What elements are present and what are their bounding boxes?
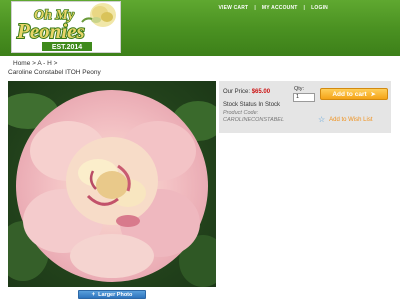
quantity-label: Qty: bbox=[294, 86, 305, 92]
price-label: Our Price: bbox=[223, 89, 251, 95]
plus-icon: + bbox=[91, 291, 96, 298]
arrow-right-icon: ➤ bbox=[370, 91, 376, 98]
star-icon: ☆ bbox=[318, 115, 326, 124]
product-photo[interactable] bbox=[8, 81, 216, 287]
site-logo[interactable]: Oh My Peonies EST.2014 bbox=[11, 1, 121, 53]
add-to-cart-button[interactable]: Add to cart ➤ bbox=[320, 88, 388, 100]
product-code-label: Product Code: bbox=[223, 110, 259, 116]
larger-photo-button[interactable]: + Larger Photo bbox=[78, 290, 146, 299]
breadcrumb[interactable]: Home > A - H > bbox=[13, 60, 57, 67]
peony-photo-graphic bbox=[8, 81, 216, 287]
add-to-cart-label: Add to cart bbox=[332, 90, 367, 98]
wishlist-label: Add to Wish List bbox=[329, 116, 373, 123]
top-navigation: VIEW CART | MY ACCOUNT | LOGIN bbox=[218, 2, 328, 14]
price-value: $65.00 bbox=[251, 89, 271, 95]
logo-graphic: Oh My Peonies EST.2014 bbox=[12, 2, 120, 52]
product-title: Caroline Constabel ITOH Peony bbox=[8, 69, 101, 76]
stock-status: Stock Status In Stock bbox=[223, 102, 281, 108]
nav-separator: | bbox=[303, 5, 306, 11]
add-to-wishlist-link[interactable]: ☆ Add to Wish List bbox=[318, 115, 373, 124]
site-header: Oh My Peonies EST.2014 VIEW CART | MY AC… bbox=[0, 0, 400, 56]
larger-photo-label: Larger Photo bbox=[98, 291, 133, 298]
my-account-link[interactable]: MY ACCOUNT bbox=[262, 5, 298, 11]
login-link[interactable]: LOGIN bbox=[311, 5, 328, 11]
logo-line2: Peonies bbox=[16, 19, 85, 43]
quantity-input[interactable]: 1 bbox=[293, 93, 315, 102]
logo-line3: EST.2014 bbox=[52, 44, 82, 51]
price-line: Our Price: $65.00 bbox=[223, 89, 270, 95]
view-cart-link[interactable]: VIEW CART bbox=[218, 5, 248, 11]
nav-separator: | bbox=[254, 5, 256, 11]
product-code-value: CAROLINECONSTABEL bbox=[223, 117, 285, 123]
